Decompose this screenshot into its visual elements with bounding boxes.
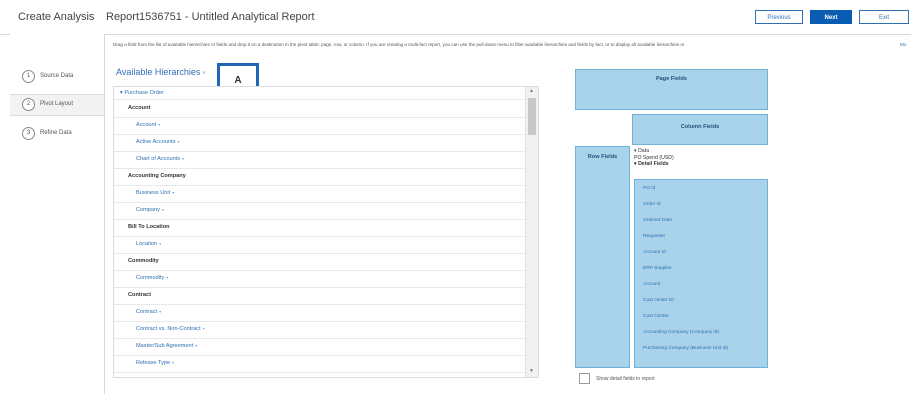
detail-field-item[interactable]: Accounting Company (Company Id) xyxy=(643,330,719,335)
page-fields-label: Page Fields xyxy=(655,76,688,82)
detail-field-item[interactable]: Cost Center xyxy=(643,314,669,319)
tree-row-label: Master/Sub Agreement ▾ xyxy=(136,343,198,349)
step-number: 3 xyxy=(22,127,35,140)
dropdown-caret-icon[interactable]: ▾ xyxy=(159,241,161,246)
instructions-body: Drag a field from the list of available … xyxy=(113,42,685,47)
tree-row-label: Commodity xyxy=(128,258,159,264)
expand-triangle-icon[interactable]: ▾ xyxy=(634,148,637,154)
step-label: Refine Data xyxy=(40,130,72,136)
report-title[interactable]: Report1536751 - Untitled Analytical Repo… xyxy=(106,11,315,23)
top-bar: Create Analysis Report1536751 - Untitled… xyxy=(0,0,911,35)
instructions-text: Drag a field from the list of available … xyxy=(113,42,911,47)
detail-field-item[interactable]: ERP Supplier xyxy=(643,266,672,271)
step-label: Pivot Layout xyxy=(40,101,74,107)
detail-field-item[interactable]: Order Id xyxy=(643,202,661,207)
step-refine-data[interactable]: 3 Refine Data xyxy=(10,124,104,144)
step-pivot-layout[interactable]: 2 Pivot Layout xyxy=(10,94,104,116)
dropdown-caret-icon[interactable]: ▾ xyxy=(178,139,180,144)
tree-row-label: Bill To Location xyxy=(128,224,170,230)
app-title: Create Analysis xyxy=(18,11,95,23)
tree-row-label: Contract vs. Non-Contract ▾ xyxy=(136,326,205,332)
step-number: 2 xyxy=(22,98,35,111)
show-detail-option[interactable]: Show detail fields in report xyxy=(579,373,655,384)
detail-field-item[interactable]: PO Id xyxy=(643,186,655,191)
show-detail-label: Show detail fields in report xyxy=(596,375,655,382)
tree-row-label: Company ▾ xyxy=(136,207,164,213)
tree-row-label: Active Accounts ▾ xyxy=(136,139,180,145)
scroll-thumb[interactable] xyxy=(528,98,536,135)
detail-field-item[interactable]: Cost center ID xyxy=(643,298,674,303)
dropdown-caret-icon[interactable]: ▾ xyxy=(166,275,168,280)
tree-row-label: Accounting Company xyxy=(128,173,186,179)
tree-row-label: Contract ▾ xyxy=(136,309,162,315)
scroll-up-icon[interactable]: ▲ xyxy=(529,88,534,94)
chevron-down-icon[interactable]: ˅ xyxy=(202,71,206,77)
available-hierarchies-title[interactable]: Available Hierarchies ˅ xyxy=(116,67,206,77)
tree-row-label: Contract xyxy=(128,292,151,298)
tree-row-label: Release Type ▾ xyxy=(136,360,175,366)
detail-fields-box: PO Id Order Id Ordered Date Requester Accoun… xyxy=(634,179,768,368)
step-number: 1 xyxy=(22,70,35,83)
dropdown-caret-icon[interactable]: ▾ xyxy=(172,360,174,365)
dropdown-caret-icon[interactable]: ▾ xyxy=(162,207,164,212)
tree-row-label: Commodity ▾ xyxy=(136,275,169,281)
tree-root-label: Purchase Order xyxy=(124,90,164,96)
tree-row-label: Account ▾ xyxy=(136,122,161,128)
hierarchy-tree: ▾ Purchase Order Account Account ▾ Active A… xyxy=(113,86,539,378)
tree-scrollbar[interactable]: ▲ ▼ xyxy=(525,87,538,377)
tree-row-label: Chart of Accounts ▾ xyxy=(136,156,185,162)
tree-row-label: Account xyxy=(128,105,151,111)
step-label: Source Data xyxy=(40,73,74,79)
dropdown-caret-icon[interactable]: ▾ xyxy=(172,190,174,195)
detail-fields-label: Detail Fields xyxy=(638,161,669,167)
wizard-steps: 1 Source Data 2 Pivot Layout 3 Refine Da… xyxy=(10,34,105,394)
scroll-down-icon[interactable]: ▼ xyxy=(529,368,534,374)
detail-field-item[interactable]: Account Id xyxy=(643,250,666,255)
detail-fields-node[interactable]: ▾ Detail Fields xyxy=(632,161,770,168)
expand-triangle-icon[interactable]: ▾ xyxy=(634,161,637,167)
dropdown-caret-icon[interactable]: ▾ xyxy=(203,326,205,331)
show-detail-checkbox[interactable] xyxy=(579,373,590,384)
expand-triangle-icon[interactable]: ▾ xyxy=(120,90,123,96)
next-button[interactable]: Next xyxy=(810,10,852,24)
step-source-data[interactable]: 1 Source Data xyxy=(10,67,104,87)
available-hierarchies-label: Available Hierarchies xyxy=(116,67,201,77)
detail-field-item[interactable]: Account xyxy=(643,282,660,287)
page-fields-dropzone[interactable]: Page Fields xyxy=(575,69,768,110)
exit-button[interactable]: Exit xyxy=(859,10,909,24)
detail-field-item[interactable]: Purchasing Company (Business Unit Id) xyxy=(643,346,728,351)
more-link[interactable]: Mo xyxy=(900,42,906,47)
data-label: Data xyxy=(638,148,650,154)
previous-button[interactable]: Previous xyxy=(755,10,803,24)
row-fields-dropzone[interactable]: Row Fields xyxy=(575,146,630,368)
dropdown-caret-icon[interactable]: ▾ xyxy=(159,309,161,314)
row-fields-label: Row Fields xyxy=(587,154,618,160)
tree-row-label: Business Unit ▾ xyxy=(136,190,175,196)
detail-field-item[interactable]: Ordered Date xyxy=(643,218,672,223)
dropdown-caret-icon[interactable]: ▾ xyxy=(182,156,184,161)
dropdown-caret-icon[interactable]: ▾ xyxy=(158,122,160,127)
tree-item-row[interactable]: Release Type ▾ xyxy=(114,354,525,373)
column-fields-dropzone[interactable]: Column Fields xyxy=(632,114,768,145)
column-fields-label: Column Fields xyxy=(680,124,720,130)
dropdown-caret-icon[interactable]: ▾ xyxy=(195,343,197,348)
detail-field-item[interactable]: Requester xyxy=(643,234,665,239)
column-data-tree: ▾ Data PO Spend (USD) ▾ Detail Fields xyxy=(632,148,770,168)
tree-row-label: Location ▾ xyxy=(136,241,162,247)
